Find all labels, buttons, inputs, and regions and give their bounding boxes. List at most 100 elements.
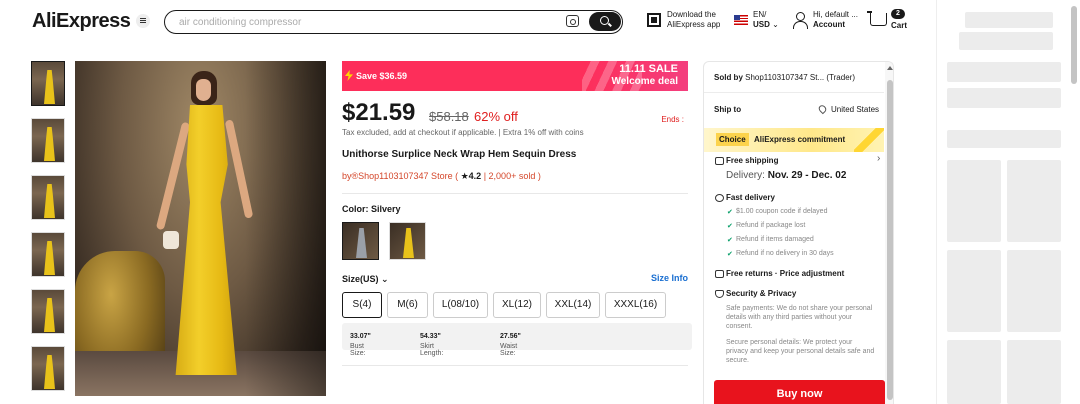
main-product-image[interactable] <box>75 61 326 396</box>
buy-now-button[interactable]: Buy now <box>714 380 885 404</box>
rating-value: 4.2 <box>468 171 482 181</box>
user-icon[interactable] <box>793 12 808 29</box>
original-price: $58.18 <box>429 109 469 124</box>
save-amount: Save $36.59 <box>356 71 408 81</box>
thumbnail-5[interactable] <box>31 289 65 334</box>
clock-icon <box>715 194 724 202</box>
skeleton-block <box>959 32 1053 50</box>
app-line1: Download the <box>667 10 716 19</box>
size-option-l[interactable]: L(08/10) <box>433 292 488 318</box>
chevron-right-icon[interactable]: › <box>877 153 880 164</box>
locale-selector[interactable]: EN/ USD ⌄ <box>753 10 779 30</box>
size-info-link[interactable]: Size Info <box>651 273 688 283</box>
returns-policy: Free returns · Price adjustment <box>726 269 845 278</box>
thumbnail-list <box>31 61 67 403</box>
size-option-xl[interactable]: XL(12) <box>493 292 541 318</box>
greeting-label: Hi, default ... <box>813 10 858 19</box>
account-label: Account <box>813 20 845 29</box>
qr-code-icon[interactable] <box>647 13 661 27</box>
sidebar-scrollbar[interactable] <box>1071 6 1077 84</box>
color-swatch-silvery[interactable] <box>342 222 379 260</box>
checkmark-decoration <box>854 128 884 152</box>
lightning-icon <box>345 70 353 81</box>
check-icon: ✔ <box>727 251 733 258</box>
dress-image <box>44 70 55 104</box>
app-line2: AliExpress app <box>667 20 721 29</box>
choice-badge: Choice <box>716 133 749 146</box>
thumbnail-3[interactable] <box>31 175 65 220</box>
bust-size: Bust Size: 33.07" <box>350 333 371 357</box>
skeleton-card <box>1007 160 1061 242</box>
sold-by-type: (Trader) <box>826 73 855 82</box>
shield-icon <box>715 290 724 298</box>
model-figure <box>155 71 254 386</box>
currency-label: USD <box>753 20 770 29</box>
free-shipping[interactable]: Free shipping <box>726 156 778 165</box>
skirt-length: Skirt Length: 54.33" <box>420 333 444 357</box>
thumbnail-2[interactable] <box>31 118 65 163</box>
product-page: AliExpress Download the AliExpress app E… <box>0 0 1080 404</box>
check-icon: ✔ <box>727 209 733 216</box>
chevron-down-icon: ⌄ <box>381 274 389 284</box>
returns-icon <box>715 270 724 278</box>
size-option-s[interactable]: S(4) <box>342 292 382 318</box>
skeleton-card <box>947 160 1001 242</box>
skeleton-block <box>965 12 1053 28</box>
sold-by-row[interactable]: Sold by Shop1103107347 St... (Trader) <box>714 73 855 82</box>
sold-by-label: Sold by <box>714 73 743 82</box>
discount-percent: 62% off <box>474 109 518 124</box>
store-link[interactable]: Shop1103107347 Store <box>358 171 452 181</box>
cart-icon[interactable] <box>867 11 887 26</box>
ship-to-value[interactable]: United States <box>831 105 879 114</box>
color-swatch-yellow[interactable] <box>389 222 426 260</box>
security-title: Security & Privacy <box>726 289 797 298</box>
arm-shape <box>224 119 254 219</box>
account-menu[interactable]: Hi, default ... Account <box>813 10 858 30</box>
search-button[interactable] <box>589 12 621 31</box>
panel-scrollbar[interactable] <box>885 62 893 404</box>
clutch-shape <box>163 231 179 249</box>
scroll-up-icon[interactable] <box>887 66 893 70</box>
fast-item-2: Refund if package lost <box>736 222 806 229</box>
search-input[interactable] <box>179 14 549 30</box>
security-note-payments: Safe payments: We do not share your pers… <box>726 305 873 330</box>
aliexpress-logo[interactable]: AliExpress <box>32 10 131 33</box>
scrollbar-thumb[interactable] <box>887 80 893 400</box>
thumbnail-4[interactable] <box>31 232 65 277</box>
skeleton-block <box>947 130 1061 148</box>
size-label[interactable]: Size(US) ⌄ <box>342 274 389 285</box>
sold-by-store: Shop1103107347 St... <box>745 73 825 82</box>
cart-label[interactable]: Cart <box>891 21 907 31</box>
size-label-text: Size(US) <box>342 274 379 284</box>
sale-title: 11.11 SALE <box>619 63 678 75</box>
size-option-m[interactable]: M(6) <box>387 292 428 318</box>
swatch-dress <box>356 228 367 258</box>
divider <box>342 193 688 194</box>
purchase-panel: Sold by Shop1103107347 St... (Trader) Sh… <box>703 61 894 404</box>
store-line: by®Shop1103107347 Store ( ★4.2 | 2,000+ … <box>342 171 541 181</box>
thumbnail-1[interactable] <box>31 61 65 106</box>
menu-icon[interactable] <box>136 14 150 28</box>
skeleton-block <box>947 88 1061 108</box>
size-option-xxxl[interactable]: XXXL(16) <box>605 292 666 318</box>
sold-count: 2,000+ sold <box>488 171 536 181</box>
search-bar <box>164 10 623 34</box>
commitment-title: AliExpress commitment <box>754 135 846 144</box>
size-option-xxl[interactable]: XXL(14) <box>546 292 600 318</box>
language-label: EN/ <box>753 10 767 19</box>
dress-image <box>44 241 55 275</box>
dress-image <box>44 127 55 161</box>
fast-item-3: Refund if items damaged <box>736 236 814 243</box>
size-measurements: Bust Size: 33.07" Skirt Length: 54.33" W… <box>342 323 692 357</box>
camera-search-icon[interactable] <box>566 15 579 27</box>
store-prefix: by <box>342 171 352 181</box>
truck-icon <box>715 157 724 165</box>
download-app-link[interactable]: Download the AliExpress app <box>667 10 720 30</box>
check-icon: ✔ <box>727 237 733 244</box>
fast-item-1: $1.00 coupon code if delayed <box>736 208 828 215</box>
dress-image <box>44 355 55 389</box>
delivery-dates: Nov. 29 - Dec. 02 <box>767 170 847 181</box>
skeleton-card <box>1007 250 1061 332</box>
thumbnail-6[interactable] <box>31 346 65 391</box>
color-label: Color: Silvery <box>342 204 401 214</box>
